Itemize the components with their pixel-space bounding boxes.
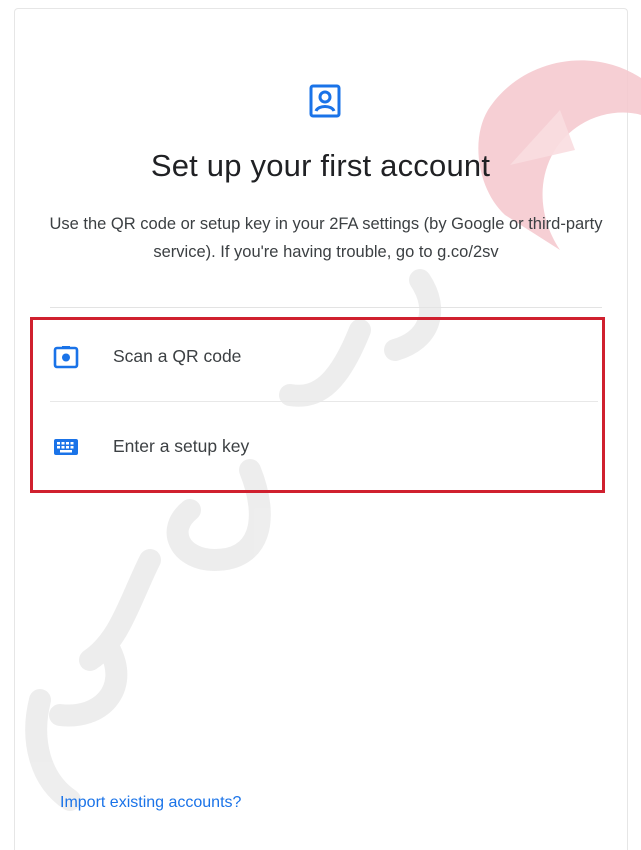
import-accounts-link[interactable]: Import existing accounts? [60,794,241,812]
highlight-box [30,317,605,493]
divider [50,307,602,308]
account-box-icon [309,84,341,118]
page-description: Use the QR code or setup key in your 2FA… [49,215,603,261]
page-title: Set up your first account [150,148,491,183]
